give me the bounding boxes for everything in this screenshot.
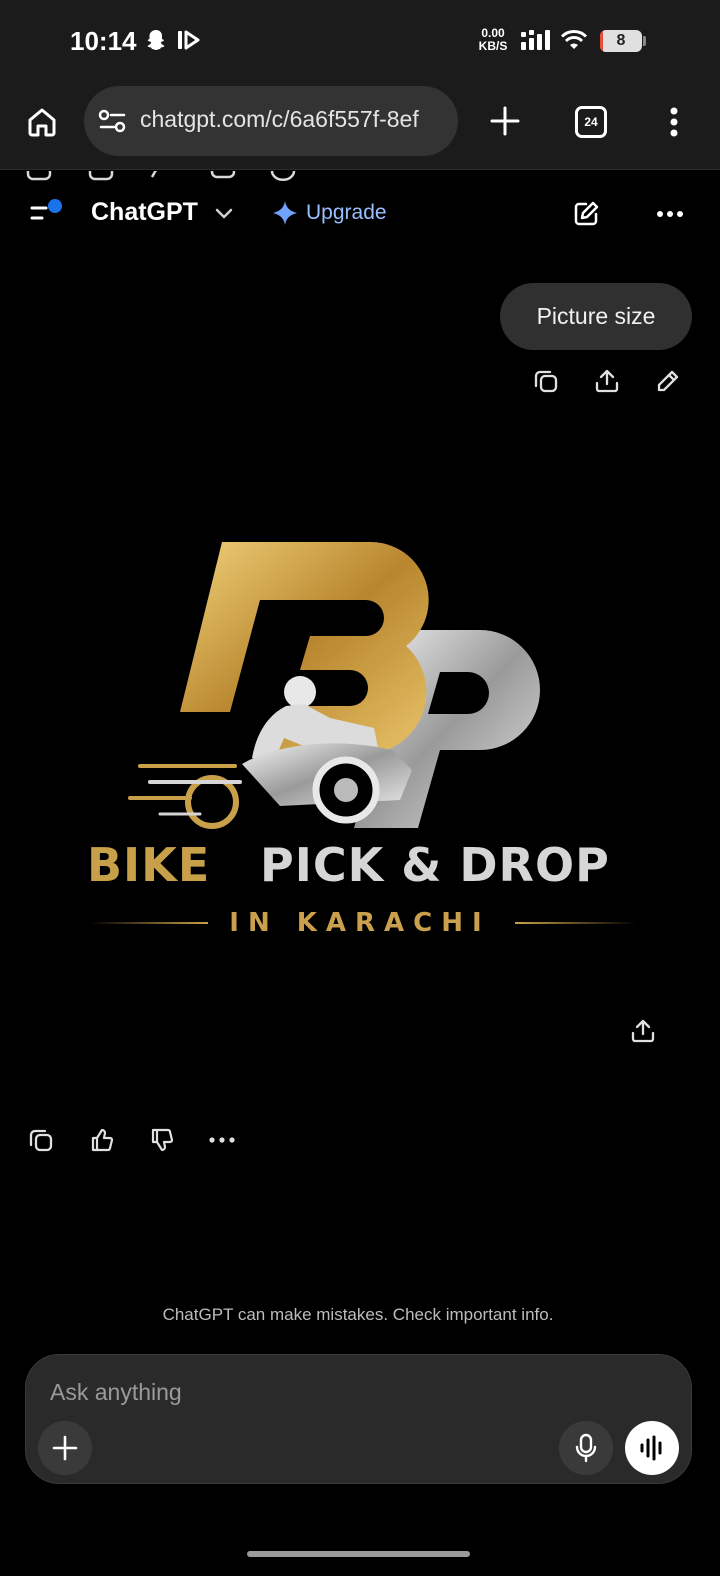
microphone-icon <box>574 1433 598 1463</box>
new-tab-icon[interactable] <box>486 102 524 140</box>
cellular-signal-icon <box>519 28 551 52</box>
logo-divider-right <box>515 922 637 924</box>
battery-indicator: 8 <box>600 30 642 52</box>
network-speed-unit: KB/S <box>478 39 508 53</box>
bp-monogram-logo <box>128 541 540 829</box>
model-title: ChatGPT <box>91 198 198 226</box>
wifi-icon <box>559 27 589 51</box>
message-input[interactable] <box>50 1375 650 1409</box>
snapchat-icon <box>144 28 168 52</box>
new-chat-icon[interactable] <box>570 198 602 230</box>
url-text[interactable]: chatgpt.com/c/6a6f557f-8ef <box>140 106 450 133</box>
logo-word-pick-drop: PICK & DROP <box>260 838 610 892</box>
battery-tip <box>643 36 646 46</box>
scrolled-toolbar-fragment <box>0 171 720 183</box>
sidebar-menu-icon[interactable] <box>28 196 68 230</box>
thumbs-up-icon[interactable] <box>87 1125 117 1155</box>
copy-response-icon[interactable] <box>26 1125 56 1155</box>
more-options-icon[interactable] <box>654 200 686 228</box>
message-composer[interactable] <box>25 1354 692 1484</box>
share-message-icon[interactable] <box>592 366 622 396</box>
voice-waveform-icon <box>638 1434 666 1462</box>
status-bar: 10:14 0.00 KB/S 8 <box>0 0 720 82</box>
share-image-icon[interactable] <box>628 1016 658 1046</box>
generated-image[interactable]: BIKE PICK & DROP IN KARACHI <box>60 520 660 960</box>
model-selector[interactable]: ChatGPT <box>91 198 198 227</box>
address-bar[interactable]: chatgpt.com/c/6a6f557f-8ef <box>84 86 458 156</box>
thumbs-down-icon[interactable] <box>147 1125 177 1155</box>
user-message-bubble: Picture size <box>500 283 692 350</box>
logo-word-bike: BIKE <box>87 838 211 892</box>
response-more-icon[interactable] <box>207 1128 237 1152</box>
upgrade-label: Upgrade <box>306 201 387 224</box>
copy-message-icon[interactable] <box>531 366 561 396</box>
edit-message-icon[interactable] <box>653 366 683 396</box>
disclaimer-text: ChatGPT can make mistakes. Check importa… <box>162 1305 554 1324</box>
dictation-button[interactable] <box>559 1421 613 1475</box>
plus-icon <box>52 1435 78 1461</box>
browser-menu-icon[interactable] <box>660 102 688 142</box>
sparkle-icon <box>272 200 298 226</box>
media-play-icon <box>176 28 202 52</box>
home-gesture-bar[interactable] <box>247 1551 470 1557</box>
upgrade-button[interactable]: Upgrade <box>272 198 387 228</box>
network-speed: 0.00 KB/S <box>475 27 511 53</box>
site-settings-icon[interactable] <box>98 108 128 134</box>
status-time: 10:14 <box>70 26 137 56</box>
battery-level: 8 <box>616 32 626 49</box>
chevron-down-icon[interactable] <box>214 206 234 222</box>
attach-button[interactable] <box>38 1421 92 1475</box>
tab-switcher-button[interactable]: 24 <box>575 106 607 138</box>
browser-toolbar: chatgpt.com/c/6a6f557f-8ef 24 <box>0 82 720 170</box>
home-icon[interactable] <box>22 102 62 142</box>
voice-mode-button[interactable] <box>625 1421 679 1475</box>
